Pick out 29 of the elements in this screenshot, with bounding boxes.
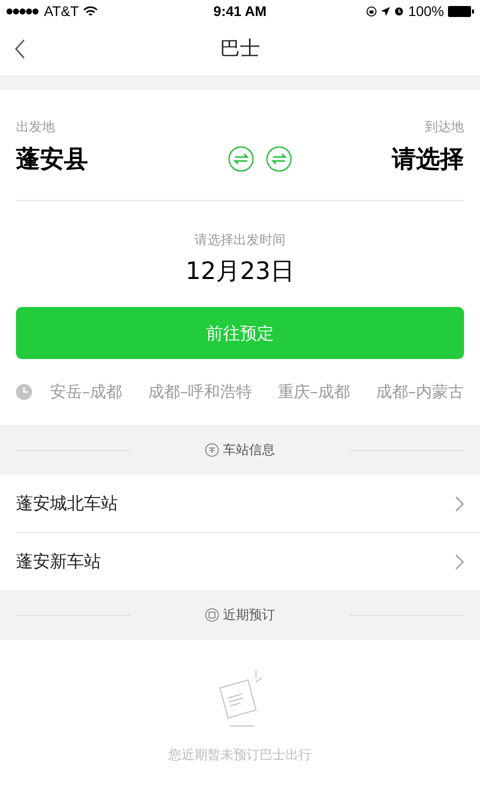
destination-label: 到达地 [425,119,464,136]
chevron-icon [455,554,464,570]
departure-date[interactable]: 12月23日 [185,255,295,287]
station-item[interactable]: 蓬安城北车站 [16,475,480,533]
departure-time-label: 请选择出发时间 [194,232,286,249]
section-title: 车站信息 [223,442,275,459]
carrier-name: AT&T [44,3,79,19]
departure-city[interactable]: 蓬安县 [16,143,88,175]
section-title: 近期预订 [223,607,275,624]
clock-icon [16,384,32,400]
chevron-icon [455,496,464,512]
signal-icon [6,8,40,14]
wifi-icon [82,6,98,16]
status-time: 9:41 AM [213,3,267,19]
destination-city[interactable]: 请选择 [392,143,464,175]
back-icon[interactable] [14,38,26,58]
departure-label: 出发地 [16,119,55,136]
battery-icon [448,6,474,16]
alarm-icon [394,6,404,16]
station-item[interactable]: 蓬安新车站 [16,533,480,590]
empty-message: 您近期暂未预订巴士出行 [168,747,312,764]
battery-percent: 100% [408,3,444,19]
calendar-icon [205,608,219,622]
location-icon [381,6,390,16]
page-title: 巴士 [220,35,260,62]
rotation-lock-icon [366,6,378,16]
ticket-icon [205,443,219,457]
swap-icon[interactable] [266,146,292,172]
swap-icon[interactable] [228,146,254,172]
